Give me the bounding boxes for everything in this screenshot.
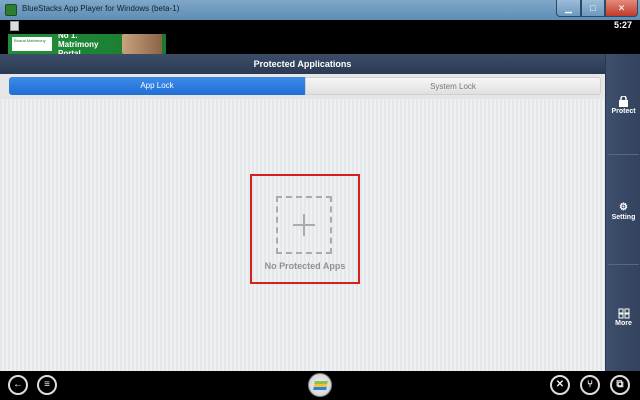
- sidebar-item-protect[interactable]: Protect: [606, 96, 640, 115]
- bluestacks-app-icon: [5, 4, 17, 16]
- window-mode-button[interactable]: ⧉: [610, 375, 630, 395]
- ad-headline: No 1. Matrimony Portal: [58, 34, 99, 54]
- minimize-button[interactable]: ▁: [556, 0, 581, 17]
- sidebar: Protect ⚙ Setting More: [605, 54, 640, 371]
- sidebar-divider: [608, 264, 639, 265]
- maximize-button[interactable]: □: [581, 0, 605, 17]
- close-button[interactable]: ✕: [605, 0, 638, 17]
- share-button[interactable]: ⑂: [580, 375, 600, 395]
- ad-strip: Bharat Matrimony No 1. Matrimony Portal: [0, 32, 640, 54]
- sidebar-item-setting[interactable]: ⚙ Setting: [606, 202, 640, 221]
- sidebar-item-label: More: [615, 320, 632, 327]
- tools-button[interactable]: ✕: [550, 375, 570, 395]
- bluestacks-logo-icon: [313, 381, 328, 390]
- app-content: Protected Applications App Lock System L…: [0, 54, 605, 371]
- ad-logo: Bharat Matrimony: [12, 37, 52, 51]
- empty-state-label: No Protected Apps: [264, 261, 346, 271]
- android-status-bar: 5:27: [0, 20, 640, 32]
- menu-button[interactable]: ≡: [37, 375, 57, 395]
- window-title: BlueStacks App Player for Windows (beta-…: [22, 4, 180, 13]
- status-time: 5:27: [613, 20, 632, 30]
- tab-bar: App Lock System Lock: [0, 74, 605, 99]
- tab-system-lock[interactable]: System Lock: [305, 77, 601, 95]
- sidebar-item-label: Setting: [611, 214, 636, 221]
- sidebar-divider: [608, 154, 639, 155]
- tab-app-lock[interactable]: App Lock: [9, 77, 305, 95]
- window-titlebar: BlueStacks App Player for Windows (beta-…: [0, 0, 640, 20]
- sidebar-item-label: Protect: [611, 108, 636, 115]
- bottom-nav-bar: ← ≡ ✕ ⑂ ⧉: [0, 371, 640, 400]
- back-button[interactable]: ←: [8, 375, 28, 395]
- bluestacks-home-button[interactable]: [308, 373, 332, 397]
- ad-banner[interactable]: Bharat Matrimony No 1. Matrimony Portal: [8, 34, 166, 54]
- gear-icon: ⚙: [619, 202, 628, 213]
- notification-icon: [10, 21, 19, 31]
- ad-photo: [122, 34, 162, 54]
- sidebar-item-more[interactable]: More: [606, 308, 640, 327]
- grid-icon: [618, 308, 630, 319]
- lock-icon: [619, 96, 628, 107]
- page-title: Protected Applications: [0, 54, 605, 74]
- add-app-button[interactable]: [276, 196, 332, 254]
